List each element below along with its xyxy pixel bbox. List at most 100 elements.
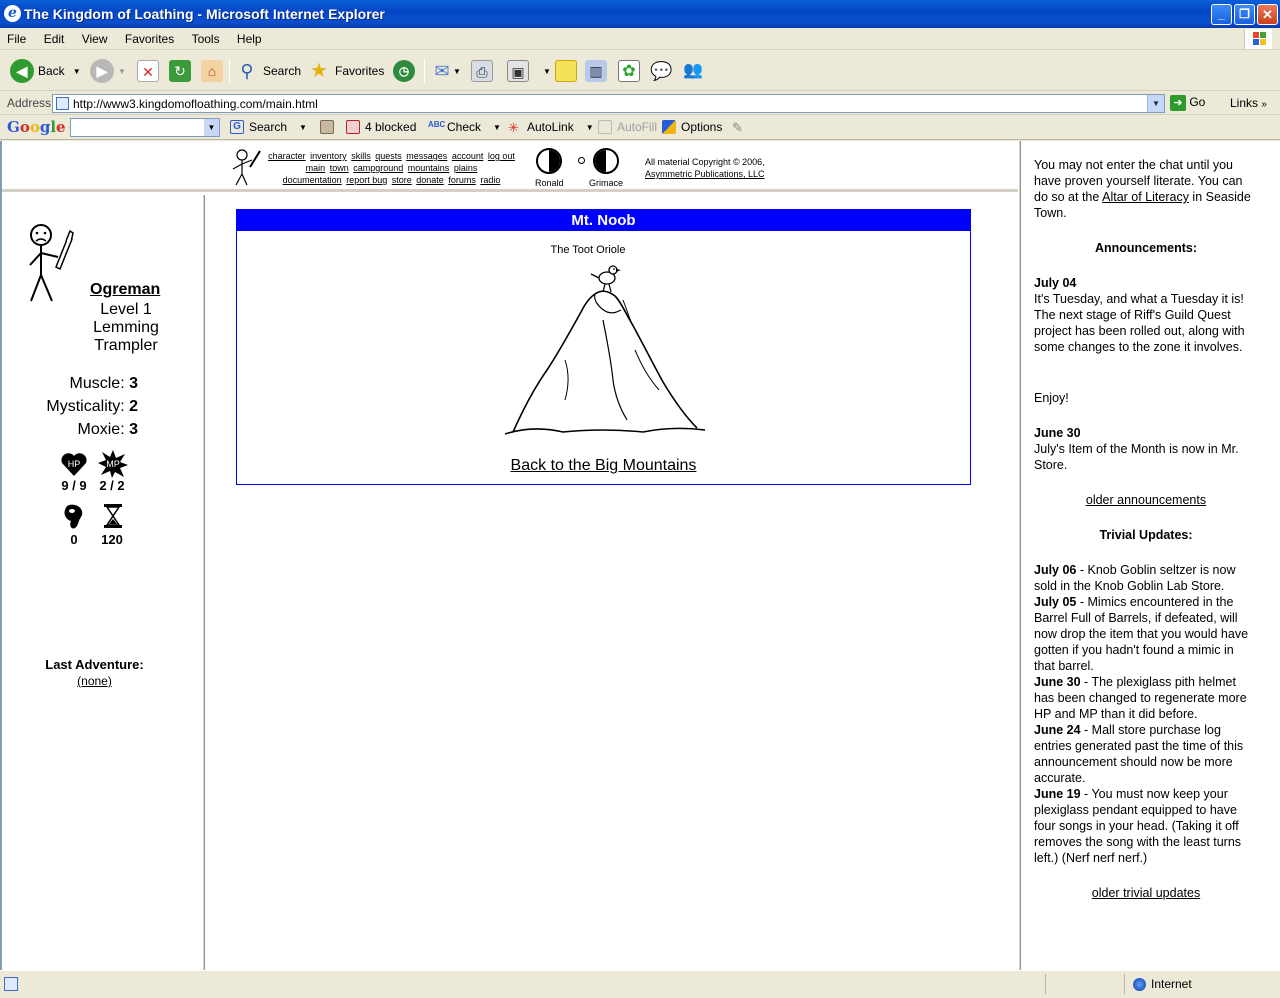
mysticality-stat: Mysticality: 2 [46,398,138,415]
nav-skills[interactable]: skills [351,151,371,161]
windows-logo-icon [1244,29,1272,49]
mail-icon: ✉ [434,61,450,81]
news-icon [320,120,334,134]
google-search-input[interactable]: ▼ [70,118,220,137]
icq-button[interactable]: ✿ [618,57,640,85]
chevron-down-icon[interactable]: ▼ [1147,95,1164,112]
location-box: Mt. Noob The Toot Oriole Back to the Big… [236,209,971,485]
autolink-button[interactable]: ✳ AutoLink ▼ [508,120,594,135]
edit-button[interactable]: ▣ ▼ [507,57,551,85]
nav-quests[interactable]: quests [375,151,402,161]
nav-forums[interactable]: forums [448,175,476,185]
menu-help[interactable]: Help [230,28,269,46]
nav-main[interactable]: main [306,163,326,173]
menu-edit[interactable]: Edit [37,28,72,46]
star-icon: ★ [310,60,328,82]
nav-messages[interactable]: messages [406,151,447,161]
address-bar: Address http://www3.kingdomofloathing.co… [0,92,1280,115]
search-button[interactable]: ⚲ Search [236,57,301,85]
nav-radio[interactable]: radio [480,175,500,185]
menu-file[interactable]: File [0,28,33,46]
last-adventure-link[interactable]: (none) [2,674,187,688]
nav-mountains[interactable]: mountains [408,163,450,173]
globe-icon [1133,978,1146,992]
back-button[interactable]: ◀ Back ▼ [10,57,81,85]
home-button[interactable]: ⌂ [201,57,223,85]
nav-campground[interactable]: campground [353,163,403,173]
menu-view[interactable]: View [75,28,115,46]
nav-plains[interactable]: plains [454,163,478,173]
abc-check-icon: ABC [428,120,446,129]
chevron-down-icon[interactable]: ▼ [204,119,219,136]
older-announcements-link[interactable]: older announcements [1034,492,1258,508]
nav-log-out[interactable]: log out [488,151,515,161]
security-zone: Internet [1124,974,1274,994]
address-input[interactable]: http://www3.kingdomofloathing.com/main.h… [52,94,1165,113]
heart-hp-icon: HP [61,453,87,476]
maximize-button[interactable]: ❐ [1234,4,1255,25]
nav-town[interactable]: town [330,163,349,173]
svg-text:MP: MP [106,459,120,469]
grimace-label: Grimace [589,178,624,188]
back-to-big-mountains-link[interactable]: Back to the Big Mountains [237,457,970,475]
chevron-down-icon: ▼ [118,66,126,76]
nav-documentation[interactable]: documentation [283,175,342,185]
page-status-icon [4,977,18,991]
note-icon [555,60,577,82]
minimize-button[interactable]: _ [1211,4,1232,25]
menu-tools[interactable]: Tools [185,28,227,46]
spell-check-button[interactable]: ABC Check ▼ [428,120,501,134]
close-button[interactable]: ✕ [1257,4,1278,25]
stop-icon: ✕ [137,60,159,82]
forward-button[interactable]: ▶ ▼ [90,57,126,85]
older-trivial-updates-link[interactable]: older trivial updates [1034,885,1258,901]
highlight-button[interactable]: ✎ [732,120,751,135]
chevron-down-icon: ▼ [543,66,551,76]
hp-value: 9 / 9 [61,478,87,493]
menu-favorites[interactable]: Favorites [118,28,181,46]
copyright: All material Copyright © 2006, Asymmetri… [645,157,765,180]
links-button[interactable]: Links » [1230,96,1267,110]
history-button[interactable]: ◷ [393,57,419,85]
location-title: Mt. Noob [237,210,970,231]
history-icon: ◷ [393,60,415,82]
toolbar: ◀ Back ▼ ▶ ▼ ✕ ↻ ⌂ ⚲ Search ★ Favorites … [0,51,1280,91]
favorites-button[interactable]: ★ Favorites [308,57,384,85]
google-g-icon: G [230,120,244,134]
character-name[interactable]: Ogreman [90,281,160,299]
nav-inventory[interactable]: inventory [310,151,347,161]
nav-report-bug[interactable]: report bug [346,175,387,185]
nav-account[interactable]: account [452,151,484,161]
messenger-chat-button[interactable]: 💬 [650,57,672,85]
refresh-button[interactable]: ↻ [169,57,191,85]
go-arrow-icon: ➜ [1170,95,1186,111]
back-arrow-icon: ◀ [10,59,34,83]
starburst-mp-icon: MP [98,450,128,478]
messenger-button[interactable]: 👥 [682,57,704,85]
stick-figure-icon [232,149,261,186]
research-button[interactable]: ▥ [585,57,607,85]
google-search-button[interactable]: G Search ▼ [230,120,307,134]
autofill-icon [598,120,612,134]
mail-button[interactable]: ✉ ▼ [431,57,460,85]
title-bar: e The Kingdom of Loathing - Microsoft In… [0,0,1280,28]
discuss-button[interactable] [555,57,577,85]
print-button[interactable]: ⎙ [471,57,493,85]
google-logo[interactable]: Google ▼ [7,118,76,136]
autofill-button[interactable]: AutoFill [598,120,657,134]
go-button[interactable]: ➜ Go [1170,95,1205,111]
stop-button[interactable]: ✕ [137,57,159,85]
options-button[interactable]: Options [662,120,722,134]
popup-blocker-button[interactable]: 4 blocked [346,120,416,134]
nav-store[interactable]: store [392,175,412,185]
altar-of-literacy-link[interactable]: Altar of Literacy [1102,190,1189,204]
news-button[interactable] [320,120,339,134]
list-item: July 05 - Mimics encountered in the Barr… [1034,595,1249,673]
nav-character[interactable]: character [268,151,306,161]
mountain-image[interactable] [503,260,707,440]
asymmetric-link[interactable]: Asymmetric Publications, LLC [645,168,765,180]
hamburglar-dot-icon [578,157,585,164]
speech-bubble-icon: 💬 [650,61,673,81]
list-item: June 19 - You must now keep your plexigl… [1034,787,1242,865]
nav-donate[interactable]: donate [416,175,444,185]
